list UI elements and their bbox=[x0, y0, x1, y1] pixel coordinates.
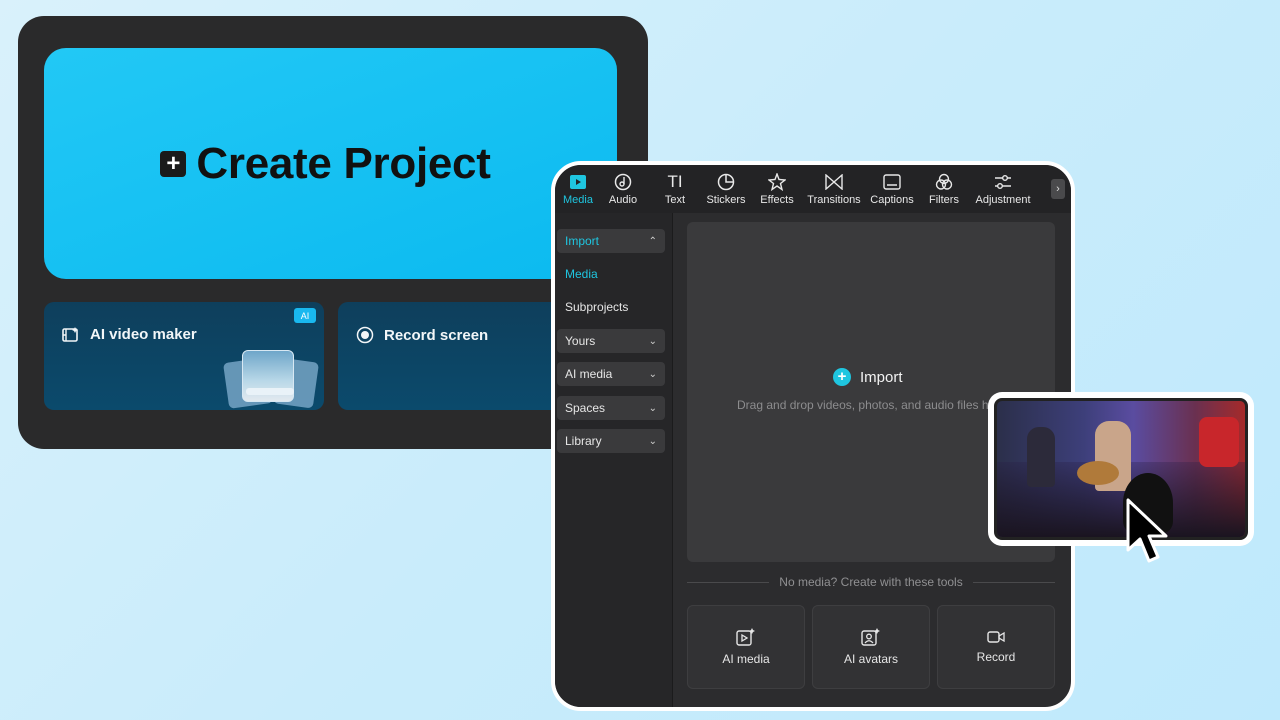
import-hint: Drag and drop videos, photos, and audio … bbox=[737, 398, 1006, 412]
sidebar-item-label: Library bbox=[565, 434, 602, 448]
sidebar-item-label: AI media bbox=[565, 367, 613, 381]
ai-badge: AI bbox=[294, 308, 316, 323]
create-project-title: Create Project bbox=[196, 138, 491, 188]
sidebar-item-import[interactable]: Import ⌃ bbox=[557, 229, 665, 253]
tab-label: Media bbox=[563, 194, 593, 206]
adjustment-icon bbox=[994, 173, 1012, 191]
sidebar-item-label: Subprojects bbox=[565, 300, 629, 314]
create-tool-label: AI avatars bbox=[843, 652, 899, 666]
tab-label: Stickers bbox=[706, 194, 746, 206]
tab-captions[interactable]: Captions bbox=[865, 165, 919, 213]
ai-avatars-icon bbox=[861, 628, 880, 646]
dragged-video-thumbnail[interactable] bbox=[988, 392, 1254, 546]
stickers-icon bbox=[717, 173, 735, 191]
sidebar-item-library[interactable]: Library ⌄ bbox=[557, 429, 665, 453]
video-preview-image bbox=[994, 398, 1248, 540]
chevron-down-icon: ⌄ bbox=[648, 368, 657, 380]
divider-text: No media? Create with these tools bbox=[779, 575, 963, 589]
record-icon bbox=[987, 631, 1005, 643]
sidebar-item-label: Spaces bbox=[565, 401, 606, 415]
mouse-cursor-icon bbox=[1126, 498, 1168, 563]
tab-media[interactable]: Media bbox=[559, 165, 597, 213]
plus-icon: + bbox=[160, 150, 187, 177]
audio-icon bbox=[614, 173, 632, 191]
chevron-up-icon: ⌃ bbox=[648, 235, 657, 247]
tab-audio[interactable]: Audio bbox=[597, 165, 649, 213]
plus-circle-icon: + bbox=[833, 368, 851, 386]
sidebar-item-ai-media[interactable]: AI media ⌄ bbox=[557, 362, 665, 386]
tab-label: Filters bbox=[929, 194, 959, 206]
ai-media-icon bbox=[736, 628, 755, 646]
top-tab-bar: Media Audio TI Text Stickers Effects Tra… bbox=[555, 165, 1071, 213]
ai-video-thumbnail bbox=[220, 348, 320, 409]
tab-label: Adjustment bbox=[975, 194, 1031, 206]
tab-label: Effects bbox=[760, 194, 794, 206]
chevron-down-icon: ⌄ bbox=[648, 335, 657, 347]
ai-video-maker-label-row: AI video maker bbox=[62, 326, 197, 343]
ai-video-maker-label: AI video maker bbox=[90, 326, 197, 343]
effects-icon bbox=[768, 173, 786, 191]
filters-icon bbox=[935, 173, 953, 191]
create-tool-label: Record bbox=[976, 650, 1016, 664]
tab-stickers[interactable]: Stickers bbox=[701, 165, 751, 213]
sidebar-item-spaces[interactable]: Spaces ⌄ bbox=[557, 396, 665, 420]
transitions-icon bbox=[825, 173, 843, 191]
sidebar-item-label: Yours bbox=[565, 334, 596, 348]
chevron-down-icon: ⌄ bbox=[648, 435, 657, 447]
create-project-button[interactable]: + Create Project bbox=[44, 48, 617, 279]
tab-label: Transitions bbox=[807, 194, 861, 206]
tab-filters[interactable]: Filters bbox=[919, 165, 969, 213]
sidebar-item-label: Import bbox=[565, 234, 600, 248]
import-label: Import bbox=[860, 368, 903, 386]
chevron-right-icon[interactable]: › bbox=[1051, 179, 1065, 199]
media-sidebar: Import ⌃ Media Subprojects Yours ⌄ AI me… bbox=[555, 213, 673, 707]
film-sparkle-icon bbox=[62, 326, 78, 342]
record-screen-label-row: Record screen bbox=[356, 326, 488, 344]
text-icon: TI bbox=[667, 172, 683, 191]
create-project-content: + Create Project bbox=[160, 138, 491, 189]
sidebar-item-media[interactable]: Media bbox=[557, 262, 665, 286]
record-button[interactable]: Record bbox=[937, 605, 1055, 689]
chevron-down-icon: ⌄ bbox=[648, 402, 657, 414]
record-screen-label: Record screen bbox=[384, 326, 489, 344]
tab-effects[interactable]: Effects bbox=[751, 165, 803, 213]
import-button[interactable]: + Import bbox=[833, 368, 903, 386]
create-tools-divider: No media? Create with these tools bbox=[687, 575, 1055, 589]
create-tool-label: AI media bbox=[722, 652, 770, 666]
record-icon bbox=[356, 326, 374, 344]
ai-avatars-button[interactable]: AI avatars bbox=[812, 605, 930, 689]
media-icon bbox=[569, 173, 587, 191]
sidebar-item-yours[interactable]: Yours ⌄ bbox=[557, 329, 665, 353]
sidebar-item-subprojects[interactable]: Subprojects bbox=[557, 295, 665, 319]
tab-text[interactable]: TI Text bbox=[649, 165, 701, 213]
tab-label: Captions bbox=[870, 194, 914, 206]
ai-media-button[interactable]: AI media bbox=[687, 605, 805, 689]
tab-label: Audio bbox=[608, 194, 638, 206]
tab-label: Text bbox=[664, 194, 686, 206]
tab-transitions[interactable]: Transitions bbox=[803, 165, 865, 213]
ai-video-maker-button[interactable]: AI video maker AI bbox=[44, 302, 324, 410]
sidebar-item-label: Media bbox=[565, 267, 598, 281]
captions-icon bbox=[883, 173, 901, 191]
tab-adjustment[interactable]: Adjustment bbox=[969, 165, 1037, 213]
